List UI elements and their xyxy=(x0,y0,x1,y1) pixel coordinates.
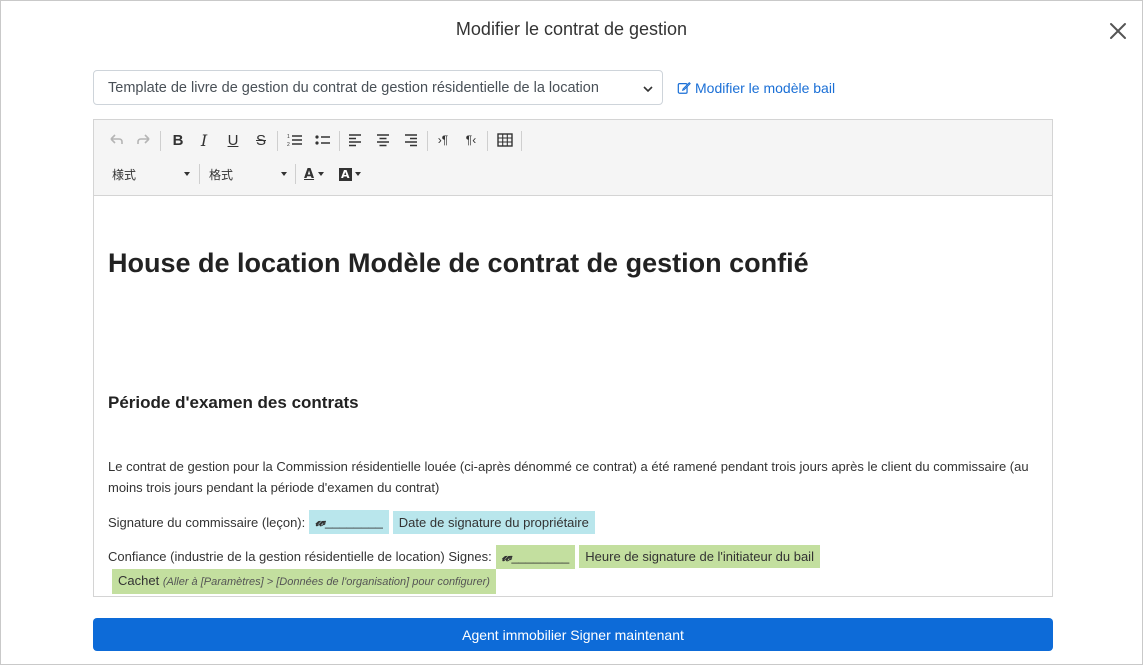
signature-blank: ________ xyxy=(324,514,383,529)
signature-field[interactable]: 𝓌________ xyxy=(309,510,389,534)
rtl-icon[interactable]: ¶‹ xyxy=(461,130,481,150)
rich-text-editor: B I U S 12 ›¶ ¶‹ 様式 格式 A A House de loca… xyxy=(93,119,1053,597)
template-select-value: Template de livre de gestion du contrat … xyxy=(108,80,599,96)
signature-line-commissioner: Signature du commissaire (leçon): 𝓌_____… xyxy=(108,510,595,534)
text-color-icon: A xyxy=(304,166,315,182)
signature-field[interactable]: 𝓌________ xyxy=(495,545,576,569)
stamp-note: (Aller à [Paramètres] > [Données de l'or… xyxy=(162,576,490,588)
bold-icon[interactable]: B xyxy=(168,130,188,150)
background-color-icon: A xyxy=(339,167,352,181)
document-title: House de location Modèle de contrat de g… xyxy=(108,248,809,278)
signature-label: Signature du commissaire (leçon): xyxy=(108,514,306,530)
signature-line-trustee: Confiance (industrie de la gestion résid… xyxy=(108,545,1043,594)
owner-date-field[interactable]: Date de signature du propriétaire xyxy=(392,510,595,534)
chevron-down-icon xyxy=(643,86,653,93)
edit-template-label: Modifier le modèle bail xyxy=(695,80,836,96)
align-left-icon[interactable] xyxy=(345,130,365,150)
strikethrough-icon[interactable]: S xyxy=(251,130,271,150)
signature-blank: ________ xyxy=(511,549,570,564)
svg-text:1: 1 xyxy=(287,134,290,140)
align-center-icon[interactable] xyxy=(373,130,393,150)
bullet-list-icon[interactable] xyxy=(313,130,333,150)
format-dropdown[interactable]: 格式 xyxy=(209,164,287,184)
format-dropdown-label: 格式 xyxy=(209,167,234,182)
caret-down-icon xyxy=(318,172,325,176)
style-dropdown-label: 様式 xyxy=(112,167,137,182)
signature-label: Confiance (industrie de la gestion résid… xyxy=(108,549,492,564)
modal-dialog: Modifier le contrat de gestion Template … xyxy=(0,0,1143,665)
editor-toolbar: B I U S 12 ›¶ ¶‹ 様式 格式 A A xyxy=(94,120,1052,196)
section-title: Période d'examen des contrats xyxy=(108,393,359,412)
align-right-icon[interactable] xyxy=(401,130,421,150)
initiator-time-field[interactable]: Heure de signature de l'initiateur du ba… xyxy=(579,545,820,568)
table-icon[interactable] xyxy=(495,130,515,150)
style-dropdown[interactable]: 様式 xyxy=(112,164,190,184)
edit-icon xyxy=(677,82,691,94)
sign-now-button[interactable]: Agent immobilier Signer maintenant xyxy=(93,618,1053,651)
text-color-dropdown[interactable]: A xyxy=(304,164,330,184)
ordered-list-icon[interactable]: 12 xyxy=(285,130,305,150)
underline-icon[interactable]: U xyxy=(223,130,243,150)
stamp-field[interactable]: Cachet (Aller à [Paramètres] > [Données … xyxy=(112,569,496,594)
redo-icon[interactable] xyxy=(134,130,154,150)
caret-down-icon xyxy=(354,172,361,176)
caret-down-icon xyxy=(184,172,190,176)
background-color-dropdown[interactable]: A xyxy=(339,164,365,184)
signature-icon: 𝓌 xyxy=(315,514,325,530)
undo-icon[interactable] xyxy=(106,130,126,150)
ltr-icon[interactable]: ›¶ xyxy=(433,130,453,150)
signature-icon: 𝓌 xyxy=(501,549,512,565)
template-select[interactable]: Template de livre de gestion du contrat … xyxy=(93,70,663,105)
edit-template-link[interactable]: Modifier le modèle bail xyxy=(677,80,835,96)
close-icon[interactable] xyxy=(1106,19,1130,43)
contract-paragraph: Le contrat de gestion pour la Commission… xyxy=(108,459,1029,495)
caret-down-icon xyxy=(281,172,287,176)
svg-text:2: 2 xyxy=(287,142,290,148)
modal-title: Modifier le contrat de gestion xyxy=(455,19,688,39)
italic-icon[interactable]: I xyxy=(194,130,214,150)
stamp-label: Cachet xyxy=(118,573,160,588)
